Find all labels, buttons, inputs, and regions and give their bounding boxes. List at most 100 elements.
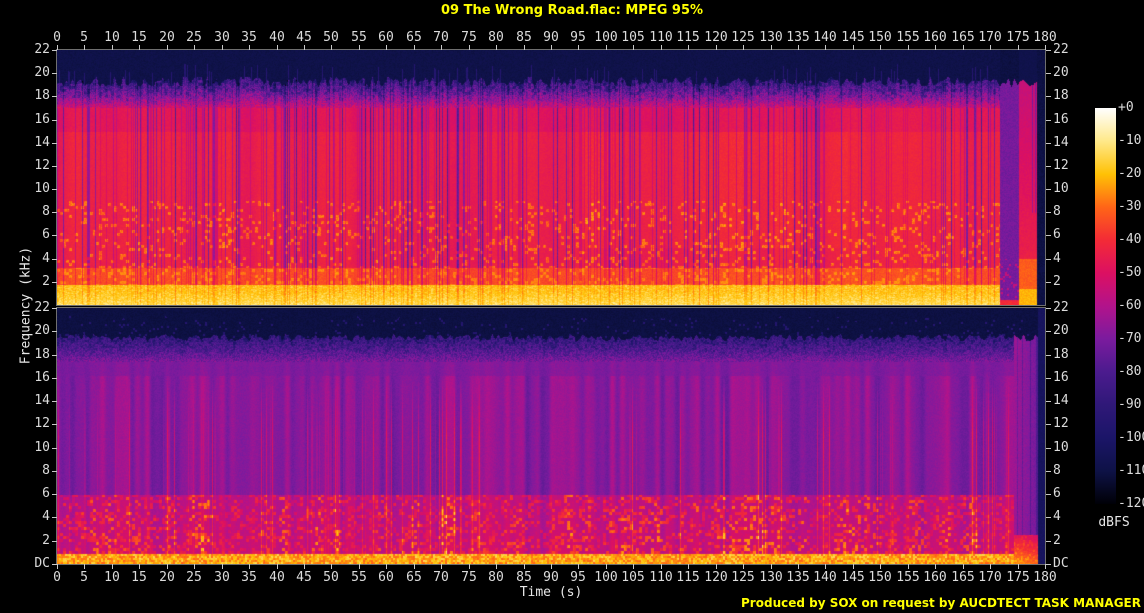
freq-tick-right [1046,471,1051,472]
freq-tick-label-right: 20 [1053,65,1069,80]
colorbar [1095,108,1116,504]
freq-tick-right [1046,212,1051,213]
freq-tick-label-left: 6 [42,227,50,242]
time-tick-top [249,45,250,50]
time-tick-bottom [633,564,634,569]
freq-tick-label-left: 20 [34,65,50,80]
freq-tick-label-right: 22 [1053,42,1069,57]
time-tick-bottom [990,564,991,569]
time-tick-top [688,45,689,50]
spectrogram-canvas-channel-2 [57,308,1045,564]
time-tick-top [1018,45,1019,50]
freq-tick-left [52,259,57,260]
freq-tick-left [52,355,57,356]
freq-tick-label-right: 20 [1053,323,1069,338]
freq-tick-label-left: 12 [34,158,50,173]
time-tick-bottom [304,564,305,569]
freq-tick-left [52,517,57,518]
time-tick-top [57,45,58,50]
time-tick-bottom [743,564,744,569]
time-tick-top [963,45,964,50]
time-tick-top [990,45,991,50]
colorbar-tick-label: -80 [1118,364,1142,379]
time-tick-top [825,45,826,50]
time-tick-bottom [825,564,826,569]
time-tick-top [853,45,854,50]
freq-tick-left [52,331,57,332]
freq-tick-label-left: 22 [34,42,50,57]
freq-tick-label-left: 14 [34,135,50,150]
time-tick-top [222,45,223,50]
time-tick-top [386,45,387,50]
time-tick-bottom [963,564,964,569]
freq-tick-right [1046,517,1051,518]
colorbar-tick-label: -20 [1118,166,1142,181]
freq-tick-right [1046,541,1051,542]
freq-tick-label-left: 8 [42,204,50,219]
freq-tick-label-right: 10 [1053,440,1069,455]
freq-tick-left [52,541,57,542]
colorbar-tick-label: -100 [1118,430,1144,445]
time-tick-top [578,45,579,50]
freq-tick-right [1046,235,1051,236]
time-tick-bottom [469,564,470,569]
freq-tick-left [52,424,57,425]
time-tick-bottom [551,564,552,569]
freq-tick-label-left: 4 [42,251,50,266]
colorbar-tick-label: -120 [1118,496,1144,511]
colorbar-tick-label: -110 [1118,463,1144,478]
freq-tick-left [52,120,57,121]
spectrogram-panel-channel-2 [56,307,1046,565]
freq-tick-left [52,282,57,283]
freq-tick-label-left: 12 [34,416,50,431]
freq-tick-label-right: 10 [1053,181,1069,196]
time-tick-top [633,45,634,50]
time-tick-bottom [222,564,223,569]
freq-tick-label-left: 10 [34,181,50,196]
page-title: 09 The Wrong Road.flac: MPEG 95% [440,3,704,18]
spectrogram-canvas-channel-1 [57,50,1045,305]
freq-tick-right [1046,96,1051,97]
time-tick-bottom [277,564,278,569]
freq-tick-label-left: 22 [34,300,50,315]
freq-tick-label-right: 2 [1053,533,1061,548]
freq-tick-label-left: 8 [42,463,50,478]
freq-tick-label-left: 10 [34,440,50,455]
time-tick-top [277,45,278,50]
time-tick-bottom [908,564,909,569]
time-tick-bottom [167,564,168,569]
freq-tick-right [1046,494,1051,495]
colorbar-tick-label: -10 [1118,133,1142,148]
time-tick-top [880,45,881,50]
time-tick-bottom [661,564,662,569]
freq-tick-left [52,564,57,565]
freq-tick-label-right: 4 [1053,251,1061,266]
freq-tick-label-right: 14 [1053,135,1069,150]
freq-tick-right [1046,50,1051,51]
time-tick-top [304,45,305,50]
freq-tick-label-right: 6 [1053,227,1061,242]
freq-tick-right [1046,120,1051,121]
time-tick-bottom [414,564,415,569]
freq-tick-right [1046,331,1051,332]
time-tick-top [606,45,607,50]
time-tick-top [139,45,140,50]
freq-tick-right [1046,308,1051,309]
time-tick-bottom [688,564,689,569]
freq-tick-label-left: 16 [34,370,50,385]
freq-tick-right [1046,282,1051,283]
time-tick-top [112,45,113,50]
freq-tick-label-right: 8 [1053,463,1061,478]
freq-tick-label-right: 4 [1053,509,1061,524]
freq-tick-label-right: 6 [1053,486,1061,501]
time-tick-top [84,45,85,50]
time-tick-bottom [798,564,799,569]
freq-tick-right [1046,401,1051,402]
freq-tick-label-left: 18 [34,347,50,362]
time-tick-bottom [496,564,497,569]
time-tick-top [716,45,717,50]
time-tick-top [771,45,772,50]
time-tick-bottom [606,564,607,569]
freq-tick-label-left: 2 [42,274,50,289]
freq-tick-left [52,143,57,144]
